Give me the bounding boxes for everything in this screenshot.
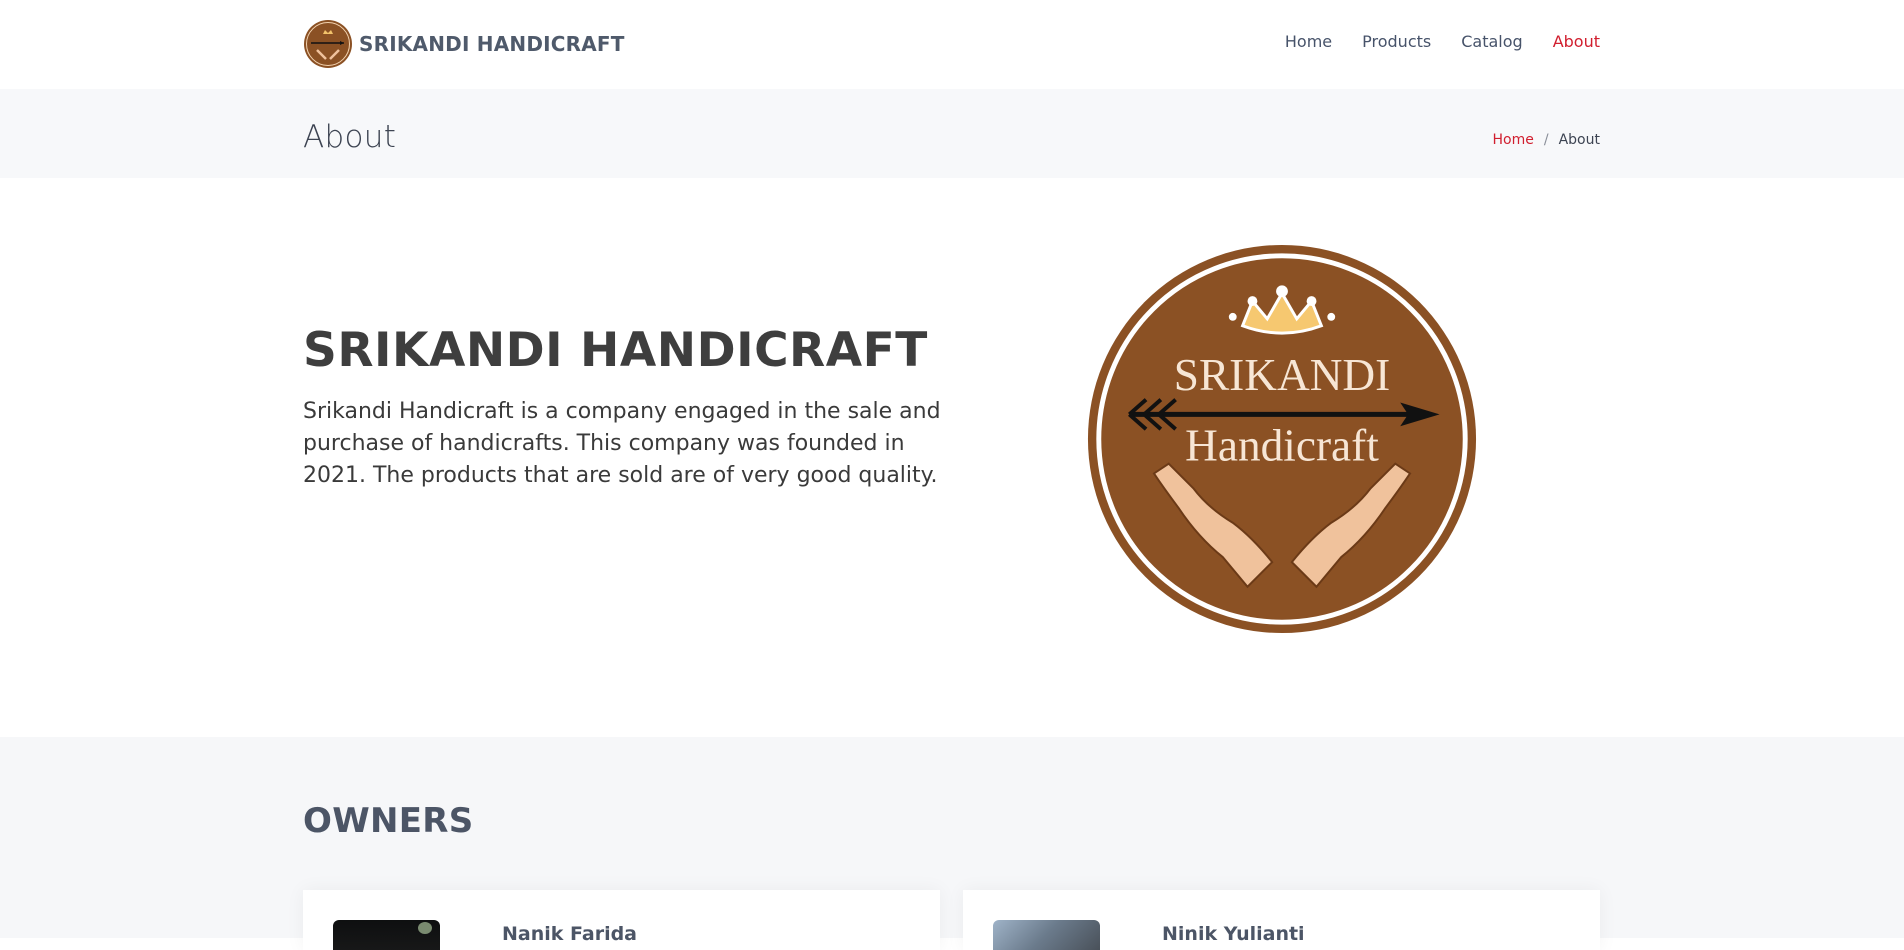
owner-name: Ninik Yulianti [1162,923,1305,945]
brand-link[interactable]: SRIKANDI HANDICRAFT [303,19,625,69]
breadcrumb-current: About [1558,132,1600,148]
about-section: SRIKANDI HANDICRAFT Srikandi Handicraft … [0,178,1904,737]
company-logo: SRIKANDI Handicraft [1087,244,1477,634]
breadcrumb-band: About Home / About [0,89,1904,178]
logo-text-srikandi: SRIKANDI [1174,350,1390,400]
owner-photo [993,920,1100,950]
about-heading: SRIKANDI HANDICRAFT [303,323,928,378]
owner-photo [333,920,440,950]
breadcrumb-home-link[interactable]: Home [1493,132,1534,148]
owners-section: OWNERS Nanik Farida Ninik Yulianti [0,737,1904,950]
owner-card: Nanik Farida [303,890,940,950]
about-description: Srikandi Handicraft is a company engaged… [303,399,941,488]
nav-products[interactable]: Products [1362,32,1431,51]
brand-logo-icon [304,20,352,68]
nav-home[interactable]: Home [1285,32,1332,51]
logo-text-handicraft: Handicraft [1185,421,1379,471]
nav-catalog[interactable]: Catalog [1461,32,1522,51]
breadcrumb-separator: / [1543,132,1549,148]
main-nav: Home Products Catalog About [1285,32,1600,51]
brand-name: SRIKANDI HANDICRAFT [359,32,625,56]
nav-about[interactable]: About [1553,32,1600,51]
owners-title: OWNERS [303,801,474,841]
page-title: About [303,119,397,155]
breadcrumb: Home / About [1493,132,1600,148]
owner-card: Ninik Yulianti [963,890,1600,950]
owner-name: Nanik Farida [502,923,638,945]
site-header: SRIKANDI HANDICRAFT Home Products Catalo… [0,0,1904,89]
